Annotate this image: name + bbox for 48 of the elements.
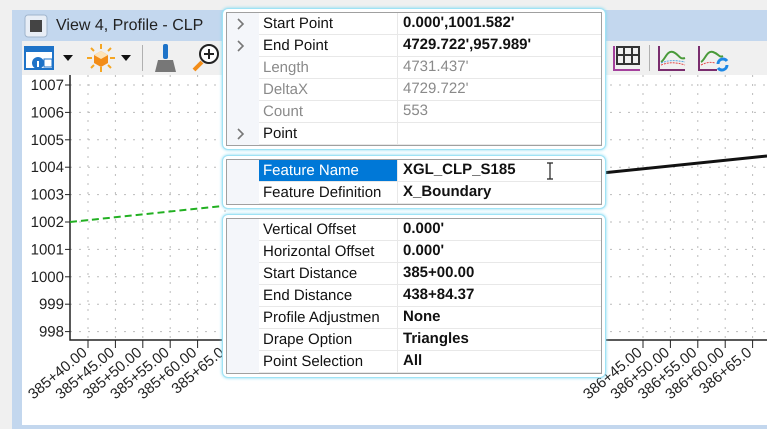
property-label[interactable]: End Distance [259, 285, 397, 306]
dropdown-caret-icon[interactable] [62, 54, 74, 62]
property-label[interactable]: Start Point [259, 13, 397, 34]
property-label[interactable]: Feature Name [259, 160, 397, 181]
property-label[interactable]: Start Distance [259, 263, 397, 284]
property-value: None [403, 307, 440, 328]
profile-refresh-icon[interactable] [697, 44, 729, 72]
window-title: View 4, Profile - CLP [56, 16, 204, 36]
property-value: 385+00.00 [403, 263, 474, 284]
brush-icon[interactable] [153, 43, 177, 73]
property-label[interactable]: Vertical Offset [259, 219, 397, 240]
grid-icon[interactable] [612, 44, 642, 72]
property-value: 4729.722',957.989' [403, 35, 532, 56]
expand-chevron-icon[interactable] [237, 128, 245, 140]
axis-label: 1005 [30, 132, 64, 149]
expand-chevron-icon[interactable] [237, 40, 245, 52]
dropdown-caret-icon[interactable] [120, 54, 132, 62]
text-cursor-icon [546, 162, 554, 180]
property-value: 0.000',1001.582' [403, 13, 514, 34]
property-value: XGL_CLP_S185 [403, 160, 516, 180]
axis-label: 1003 [30, 186, 64, 204]
property-label[interactable]: Profile Adjustmen [259, 307, 397, 328]
property-value: 553 [403, 101, 428, 122]
axis-label: 1000 [30, 268, 64, 286]
axis-label: 1007 [30, 77, 64, 94]
property-value: 4731.437' [403, 57, 468, 78]
property-label[interactable]: End Point [259, 35, 397, 56]
property-value: X_Boundary [403, 182, 492, 202]
property-label[interactable]: Horizontal Offset [259, 241, 397, 262]
property-value: 438+84.37 [403, 285, 474, 306]
property-value: All [403, 351, 422, 372]
profile-chart-icon[interactable] [657, 44, 687, 72]
property-value: 0.000' [403, 241, 444, 262]
axis-label: 1002 [30, 214, 64, 231]
axis-label: 999 [38, 296, 64, 314]
axis-label: 1006 [30, 104, 64, 122]
property-label[interactable]: Point Selection [259, 351, 397, 372]
property-value: Triangles [403, 329, 469, 350]
zoom-in-icon[interactable] [191, 43, 221, 73]
property-label[interactable]: Drape Option [259, 329, 397, 350]
property-value: 4729.722' [403, 79, 468, 100]
property-value: 0.000' [403, 219, 444, 240]
property-label[interactable]: Feature Definition [259, 182, 397, 203]
expand-chevron-icon[interactable] [237, 18, 245, 30]
window-icon[interactable] [24, 14, 48, 38]
axis-label: 998 [38, 324, 64, 341]
axis-label: 1004 [30, 159, 64, 176]
axis-label: 1001 [30, 241, 64, 258]
